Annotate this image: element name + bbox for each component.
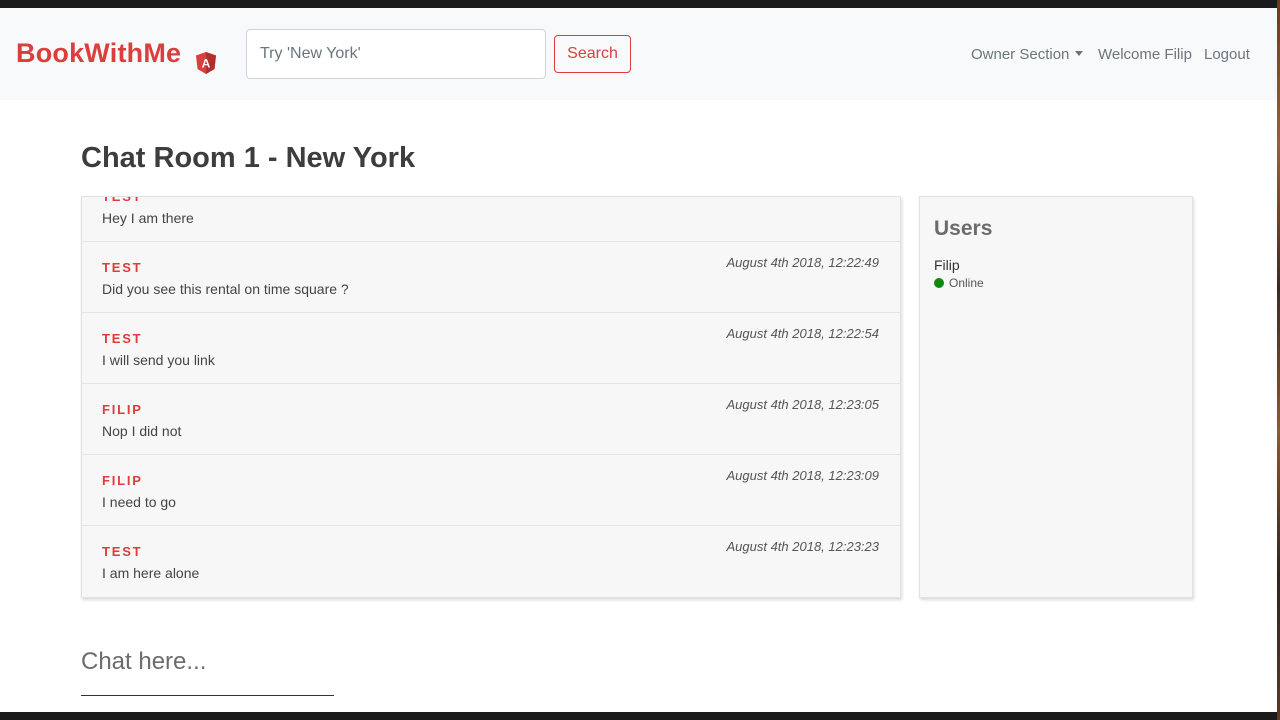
message-text: Nop I did not [102,423,182,439]
message-timestamp: August 4th 2018, 12:23:23 [726,539,879,554]
owner-section-dropdown[interactable]: Owner Section [971,46,1084,63]
app-window: BookWithMe A Search Owner Section Welcom… [0,8,1277,712]
message-timestamp: August 4th 2018, 12:23:05 [726,397,879,412]
message-author: TEST [102,260,143,275]
message-timestamp: August 4th 2018, 12:22:54 [726,326,879,341]
chat-messages-panel[interactable]: TEST Hey I am there TEST August 4th 2018… [81,196,901,598]
message-text: Did you see this rental on time square ? [102,281,349,297]
chat-message: TEST August 4th 2018, 12:22:49 Did you s… [82,242,900,313]
caret-down-icon [1075,51,1084,56]
user-status: Online [934,276,984,290]
users-panel: Users Filip Online [919,196,1193,598]
message-text: I will send you link [102,352,215,368]
page-title: Chat Room 1 - New York [81,142,416,174]
welcome-link[interactable]: Welcome Filip [1098,46,1192,63]
chat-message: TEST August 4th 2018, 12:22:54 I will se… [82,313,900,384]
user-name: Filip [934,257,960,273]
message-author: TEST [102,544,143,559]
message-text: Hey I am there [102,210,194,226]
chat-input[interactable] [81,628,334,696]
message-author: TEST [102,331,143,346]
logout-link[interactable]: Logout [1204,46,1250,63]
chat-message: FILIP August 4th 2018, 12:23:09 I need t… [82,455,900,526]
chat-message: TEST Hey I am there [82,196,900,242]
angular-badge-icon: A [196,52,216,74]
message-timestamp: August 4th 2018, 12:22:49 [726,255,879,270]
user-status-label: Online [949,276,984,290]
search-button[interactable]: Search [554,35,631,73]
chat-message: FILIP August 4th 2018, 12:23:05 Nop I di… [82,384,900,455]
message-text: I am here alone [102,565,200,581]
message-timestamp: August 4th 2018, 12:23:09 [726,468,879,483]
users-title: Users [934,217,993,240]
owner-section-label: Owner Section [971,46,1070,63]
online-status-icon [934,278,944,288]
message-author: TEST [102,196,143,204]
message-text: I need to go [102,494,176,510]
search-input[interactable] [246,29,546,79]
angular-badge-letter: A [202,57,211,71]
message-author: FILIP [102,473,143,488]
navbar: BookWithMe A Search Owner Section Welcom… [0,8,1277,100]
chat-message: TEST August 4th 2018, 12:23:23 I am here… [82,526,900,597]
message-author: FILIP [102,402,143,417]
brand-logo[interactable]: BookWithMe [16,38,181,69]
